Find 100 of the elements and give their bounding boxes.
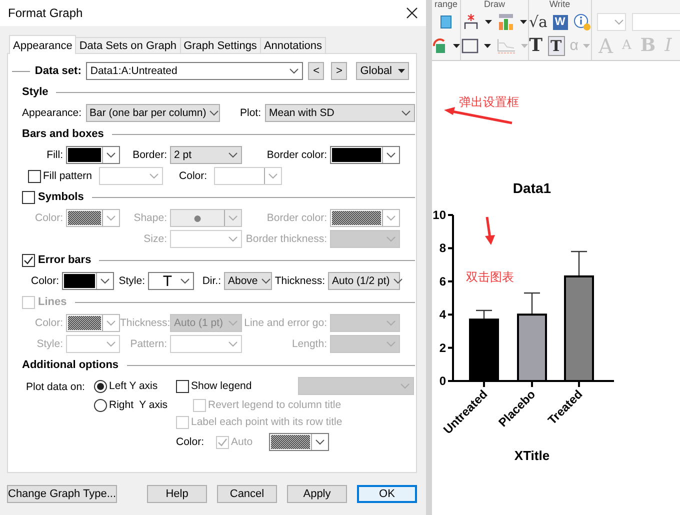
pattern-swatch [332,211,381,225]
close-icon[interactable] [406,7,418,19]
caret-icon[interactable] [520,20,527,24]
caret-icon[interactable] [453,44,460,48]
checkbox[interactable] [176,380,189,392]
caret-icon[interactable] [485,20,492,24]
field-label: Color: [30,274,60,288]
dropdown[interactable]: Bar (one bar per column) [86,104,220,122]
caret-icon [384,234,398,244]
field-label: Color: [179,170,208,182]
toolbar-glyph[interactable]: W [552,14,568,30]
color-dropdown[interactable] [62,272,114,290]
annotation-text: 弹出设置框 [459,94,519,111]
toolbar-glyph[interactable]: T [529,37,543,55]
dialog-button[interactable]: Apply [287,485,347,503]
caret-icon [384,213,398,223]
dropdown[interactable]: Data1:A:Untreated [86,62,304,80]
window-title: Format Graph [8,6,83,20]
checkbox[interactable] [22,254,35,266]
tick-label: 10 [432,208,446,222]
checkbox[interactable] [28,170,41,182]
caret-icon [399,108,413,118]
error-bar [524,292,540,315]
caret-icon [226,150,240,160]
field-label: Line and error go: [243,316,328,330]
caret-icon[interactable] [484,44,491,48]
field-label: Thickness: [120,316,170,330]
color-dropdown[interactable] [66,146,120,164]
caret-icon [398,69,405,73]
tab[interactable]: Appearance [9,35,76,54]
color-dropdown[interactable] [268,433,329,451]
chart-title: Data1 [512,180,552,196]
field-label: Shape: [132,212,168,224]
dropdown[interactable]: Auto (1/2 pt) [328,272,400,290]
next-button[interactable]: > [331,62,348,80]
dialog-button[interactable]: Change Graph Type... [7,485,117,503]
section-title: Symbols [38,191,84,203]
rectangle-icon[interactable] [461,38,479,54]
caret-icon [147,171,162,181]
dropdown[interactable]: Mean with SD [265,104,415,122]
toolbar-glyph[interactable]: √a [529,13,548,31]
field-label: Border color: [266,212,328,224]
tab[interactable]: Graph Settings [180,37,261,53]
pattern-swatch [68,211,101,225]
field-label: Color: [176,436,204,448]
error-bar [571,250,587,276]
dialog-button[interactable]: OK [357,485,417,503]
dialog-button[interactable]: Cancel [217,485,277,503]
caret-icon [104,318,118,328]
caret-icon [178,276,192,286]
radio-button[interactable] [94,380,107,392]
color-dropdown[interactable] [330,146,400,164]
bar [517,314,547,382]
group-label: Write [549,0,570,9]
tick-label: 2 [439,340,446,355]
tab[interactable]: Data Sets on Graph [75,37,181,53]
annotation-arrow [482,216,496,246]
error-bar [476,310,492,320]
field-label: Color: [34,212,64,224]
field-label: Thickness: [274,274,326,288]
axis-title: XTitle [514,448,550,463]
checkbox[interactable] [22,190,35,204]
chart-icon[interactable] [497,13,515,31]
info-icon[interactable] [572,13,591,31]
field-label: Color: [34,316,64,330]
pattern-swatch [68,316,101,330]
checkbox-label: Revert legend to column title [208,399,342,412]
tick-label: 4 [439,308,446,322]
caret-icon [226,213,240,223]
dropdown[interactable]: Above [224,272,272,290]
tab[interactable]: Annotations [260,37,326,53]
checkbox-label: Show legend [191,380,252,392]
field-label: Border: [132,148,168,162]
caret-icon [390,276,405,286]
previous-button[interactable]: < [308,62,324,80]
field-label: Fill: [46,148,64,162]
rotate-icon[interactable] [432,38,448,54]
caret-icon [287,66,302,76]
section-title: Additional options [22,359,119,371]
caret-icon [312,437,327,447]
caret-icon [226,318,240,328]
dialog-button[interactable]: Help [147,485,207,503]
caret-icon [266,171,280,181]
scope-dropdown[interactable]: Global [356,62,409,80]
radio-button[interactable] [94,399,107,412]
dropdown[interactable]: T [148,272,194,290]
square-icon[interactable] [440,15,452,29]
pattern-swatch [270,435,310,449]
field-label: Style: [36,338,64,350]
section-title: Error bars [38,254,92,266]
toolbar-glyph[interactable]: T [548,36,565,56]
field-label: Size: [142,232,168,246]
caret-icon [98,276,112,286]
tick-label: 0 [439,374,446,388]
dropdown[interactable]: 2 pt [170,146,242,164]
group-label: Draw [484,0,505,9]
caret-icon [384,339,398,349]
field-label: Data set: [34,65,82,77]
tick-label: 8 [439,241,446,256]
line-star-icon[interactable] [462,13,480,31]
